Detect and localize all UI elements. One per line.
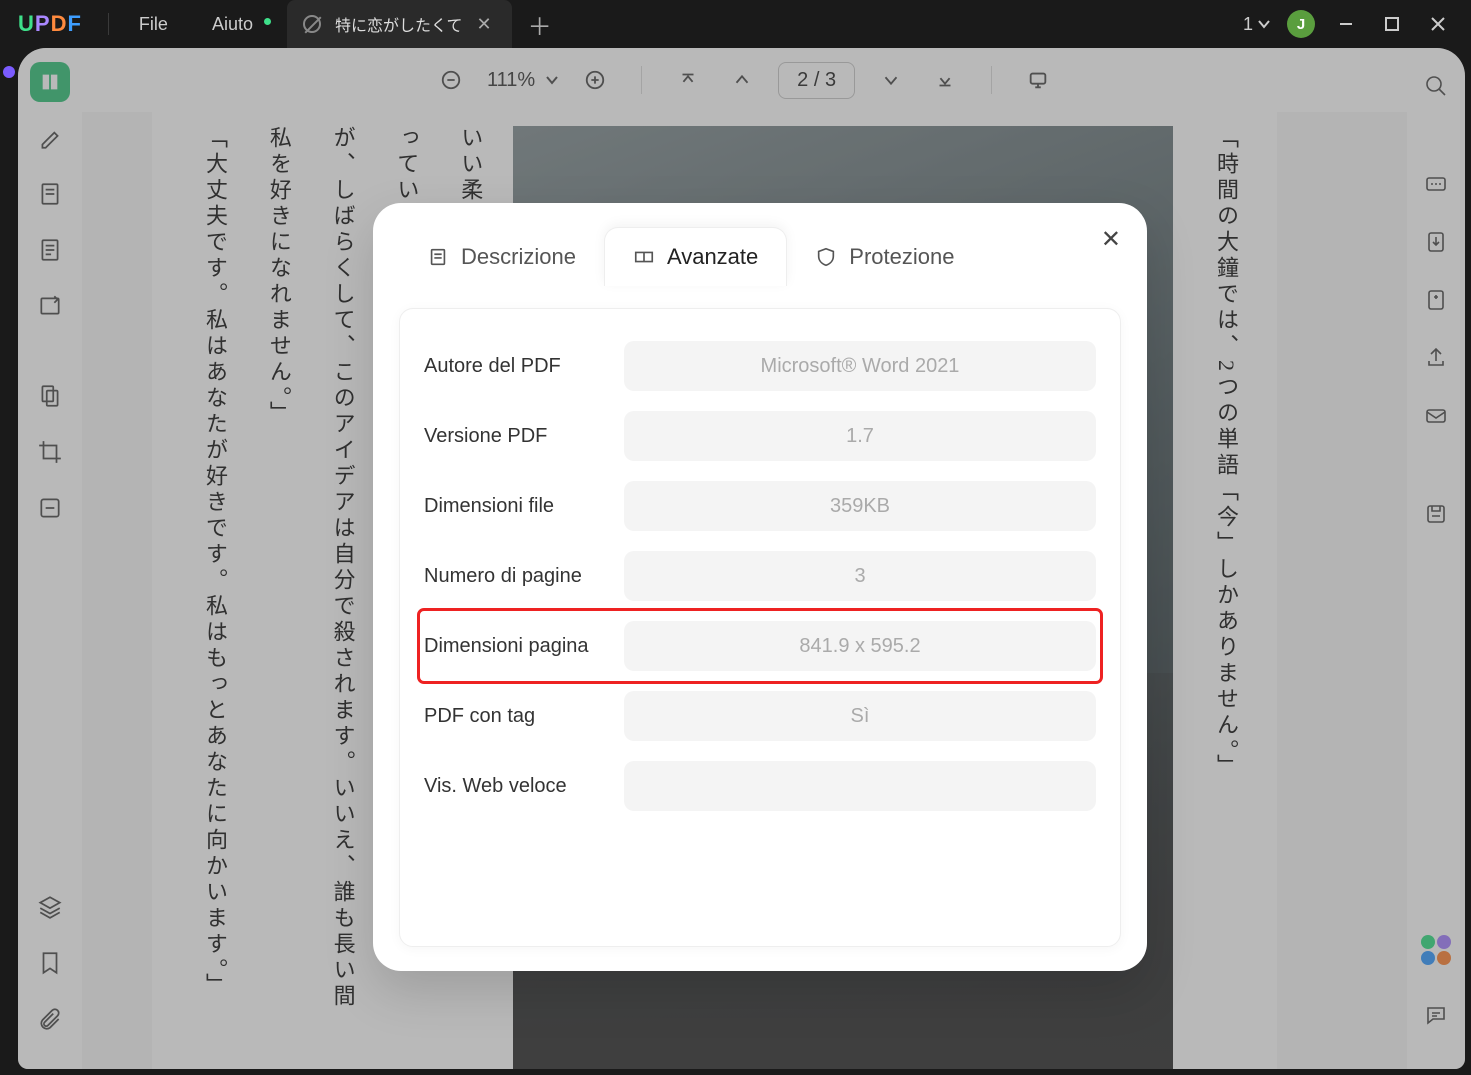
property-label: Dimensioni pagina	[424, 635, 604, 658]
tab-protection[interactable]: Protezione	[787, 227, 982, 286]
close-window-icon[interactable]	[1423, 9, 1453, 39]
property-value: 359KB	[624, 481, 1096, 531]
window-controls: 1 J	[1225, 9, 1471, 39]
property-label: Vis. Web veloce	[424, 775, 604, 798]
property-row: Dimensioni file 359KB	[420, 471, 1100, 541]
window-count[interactable]: 1	[1243, 14, 1271, 35]
tab-description[interactable]: Descrizione	[399, 227, 604, 286]
menu-file[interactable]: File	[117, 14, 190, 35]
menu-help[interactable]: Aiuto	[190, 14, 275, 35]
minimize-icon[interactable]	[1331, 9, 1361, 39]
property-row: Autore del PDF Microsoft® Word 2021	[420, 331, 1100, 401]
main-area: 111% 2 / 3 「時間の大鐘では、2つの単語「今」しかありません。」 いい…	[18, 48, 1465, 1069]
property-value: 3	[624, 551, 1096, 601]
tabs-area: 特に恋がしたくて ✕ ＋	[287, 0, 1225, 48]
update-dot-icon	[264, 18, 271, 25]
property-value	[624, 761, 1096, 811]
property-value: 1.7	[624, 411, 1096, 461]
tab-title: 特に恋がしたくて	[335, 12, 463, 36]
avatar[interactable]: J	[1287, 10, 1315, 38]
property-value: 841.9 x 595.2	[624, 621, 1096, 671]
property-value: Sì	[624, 691, 1096, 741]
property-row: Versione PDF 1.7	[420, 401, 1100, 471]
property-row: PDF con tag Sì	[420, 681, 1100, 751]
property-label: Numero di pagine	[424, 565, 604, 588]
drag-handle-icon[interactable]	[3, 66, 15, 78]
property-row: Dimensioni pagina 841.9 x 595.2	[420, 611, 1100, 681]
property-value: Microsoft® Word 2021	[624, 341, 1096, 391]
property-row: Numero di pagine 3	[420, 541, 1100, 611]
document-tab[interactable]: 特に恋がしたくて ✕	[287, 0, 512, 48]
property-label: PDF con tag	[424, 705, 604, 728]
maximize-icon[interactable]	[1377, 9, 1407, 39]
add-tab-button[interactable]: ＋	[512, 7, 568, 42]
separator	[108, 13, 109, 35]
properties-dialog: ✕ Descrizione Avanzate Protezione Autore…	[373, 203, 1147, 971]
dialog-tabs: Descrizione Avanzate Protezione	[399, 227, 1121, 286]
app-logo: UPDF	[0, 11, 100, 37]
property-label: Dimensioni file	[424, 495, 604, 518]
tab-advanced[interactable]: Avanzate	[604, 227, 787, 286]
property-label: Autore del PDF	[424, 355, 604, 378]
property-row: Vis. Web veloce	[420, 751, 1100, 821]
close-tab-icon[interactable]: ✕	[477, 14, 492, 35]
blocked-icon	[303, 15, 321, 33]
close-dialog-icon[interactable]: ✕	[1101, 225, 1121, 254]
titlebar: UPDF File Aiuto 特に恋がしたくて ✕ ＋ 1 J	[0, 0, 1471, 48]
dialog-body: Autore del PDF Microsoft® Word 2021 Versio…	[399, 308, 1121, 947]
property-label: Versione PDF	[424, 425, 604, 448]
